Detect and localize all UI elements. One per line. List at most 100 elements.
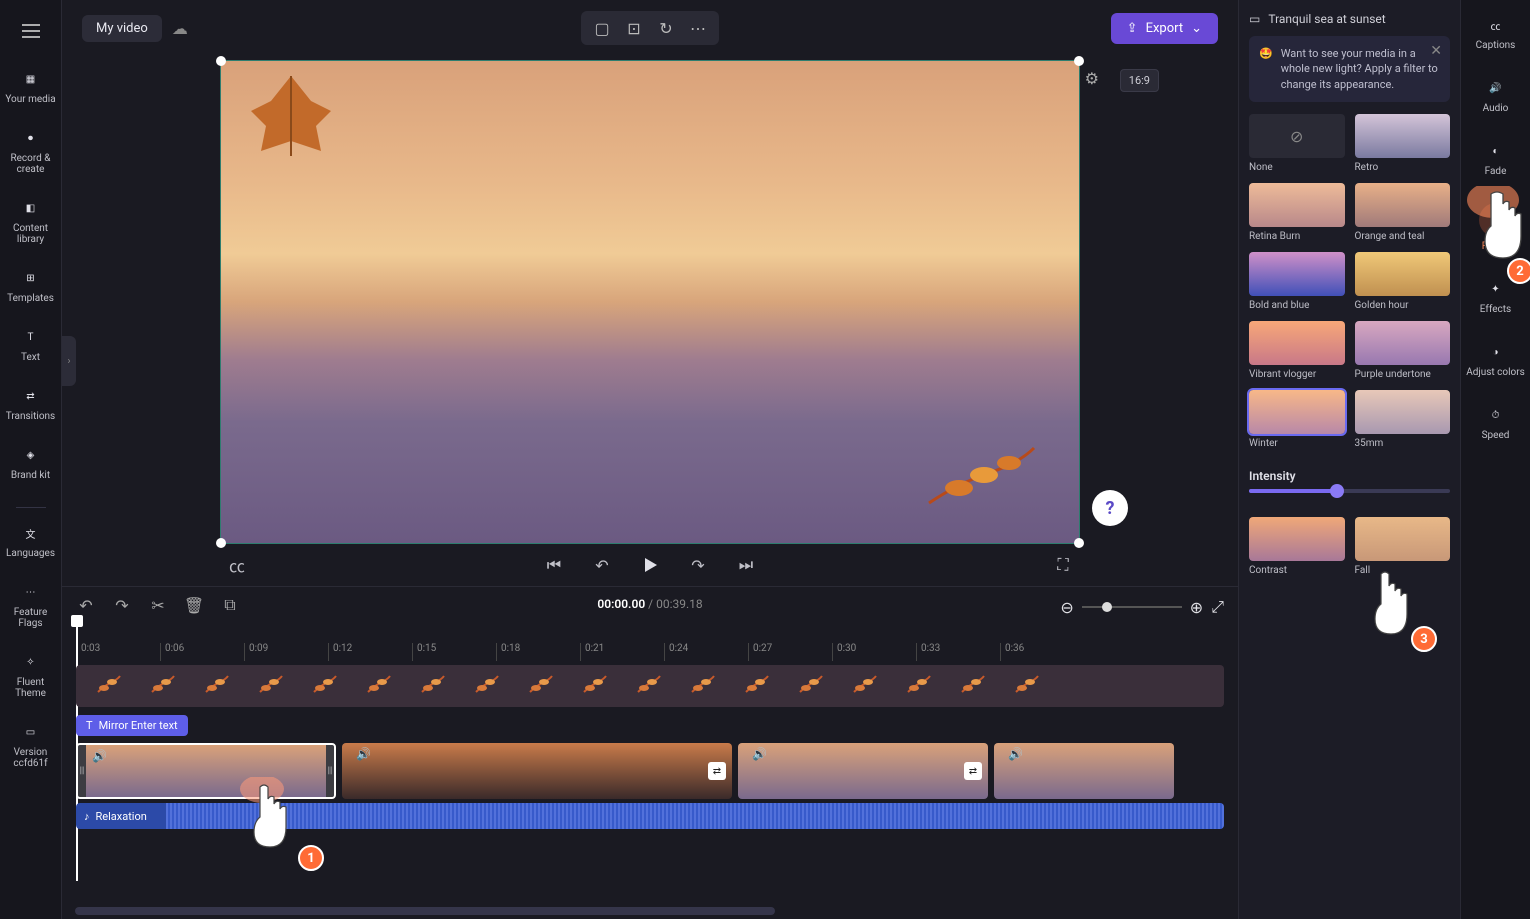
nav-version[interactable]: ▭Version ccfd61f bbox=[0, 721, 61, 769]
audio-track[interactable]: ♪ Relaxation bbox=[76, 803, 1224, 829]
chevron-down-icon: ⌄ bbox=[1191, 21, 1202, 36]
duplicate-button[interactable]: ⧉ bbox=[220, 595, 240, 615]
media-title: ▭ Tranquil sea at sunset bbox=[1249, 12, 1450, 26]
project-title[interactable]: My video bbox=[82, 15, 162, 42]
split-button[interactable]: ✂ bbox=[148, 595, 168, 615]
transition-icon[interactable]: ⇄ bbox=[964, 762, 982, 780]
rail-captions[interactable]: ㏄Captions bbox=[1461, 14, 1530, 51]
filter-retro[interactable]: Retro bbox=[1355, 114, 1451, 173]
media-icon: ▦ bbox=[20, 68, 42, 90]
filter-orange-and-teal[interactable]: Orange and teal bbox=[1355, 183, 1451, 242]
overlay-track[interactable] bbox=[76, 665, 1224, 707]
rotate-tool[interactable]: ↻ bbox=[653, 15, 679, 41]
rail-filters[interactable]: ⊘Filters bbox=[1461, 203, 1530, 252]
filter-fall[interactable]: Fall bbox=[1355, 517, 1451, 576]
help-button[interactable]: ? bbox=[1092, 490, 1128, 526]
filter-none[interactable]: ⊘ None bbox=[1249, 114, 1345, 173]
video-clip-3[interactable]: 🔊 ⇄ bbox=[738, 743, 988, 799]
nav-languages[interactable]: 文Languages bbox=[0, 522, 61, 559]
fullscreen-icon[interactable]: ⛶ bbox=[1052, 554, 1074, 576]
rail-adjust-colors[interactable]: ◑Adjust colors bbox=[1461, 341, 1530, 378]
hamburger-menu[interactable] bbox=[12, 12, 50, 50]
fit-timeline-icon[interactable]: ⤢ bbox=[1211, 597, 1224, 617]
video-track[interactable]: || 🔊 || 🔊 ⇄ 🔊 ⇄ 🔊 bbox=[76, 743, 1224, 799]
undo-button[interactable]: ↶ bbox=[76, 595, 96, 615]
transition-icon[interactable]: ⇄ bbox=[708, 762, 726, 780]
close-tip-icon[interactable]: ✕ bbox=[1430, 42, 1442, 62]
ruler-tick: 0:03 bbox=[76, 643, 160, 661]
leaf-thumb-icon bbox=[202, 672, 230, 700]
skip-end-icon[interactable]: ⏭ bbox=[735, 554, 757, 576]
rail-speed[interactable]: ⏱Speed bbox=[1461, 404, 1530, 441]
crop-tool[interactable]: ▢ bbox=[589, 15, 615, 41]
languages-icon: 文 bbox=[20, 522, 42, 544]
filter-purple-undertone[interactable]: Purple undertone bbox=[1355, 321, 1451, 380]
speaker-icon[interactable]: 🔊 bbox=[356, 747, 371, 761]
expand-left-icon[interactable]: › bbox=[62, 336, 76, 386]
more-tools[interactable]: ⋯ bbox=[685, 15, 711, 41]
timeline-ruler[interactable]: 0:030:060:090:120:150:180:210:240:270:30… bbox=[76, 643, 1224, 661]
horizontal-scrollbar[interactable] bbox=[75, 907, 775, 915]
delete-button[interactable]: 🗑 bbox=[184, 595, 204, 615]
video-clip-4[interactable]: 🔊 bbox=[994, 743, 1174, 799]
rail-audio[interactable]: 🔊Audio bbox=[1461, 77, 1530, 114]
filter-label: Retina Burn bbox=[1249, 231, 1345, 242]
clip-handle-right[interactable]: || bbox=[326, 745, 334, 797]
filter-thumb: ⊘ bbox=[1249, 114, 1345, 158]
nav-text[interactable]: TText bbox=[0, 326, 61, 363]
nav-your-media[interactable]: ▦ Your media bbox=[0, 68, 61, 105]
nav-label: Content library bbox=[2, 223, 59, 245]
flags-icon: ⋯ bbox=[20, 581, 42, 603]
speaker-icon[interactable]: 🔊 bbox=[1008, 747, 1023, 761]
filter-contrast[interactable]: Contrast bbox=[1249, 517, 1345, 576]
text-clip[interactable]: T Mirror Enter text bbox=[76, 715, 188, 736]
filter-thumb bbox=[1355, 390, 1451, 434]
nav-record-create[interactable]: ⏺Record & create bbox=[0, 127, 61, 175]
intensity-slider[interactable] bbox=[1249, 489, 1450, 493]
text-track[interactable]: T Mirror Enter text bbox=[76, 711, 1224, 739]
nav-templates[interactable]: ⊞Templates bbox=[0, 267, 61, 304]
leaf-thumb-icon bbox=[526, 672, 554, 700]
filter-retina-burn[interactable]: Retina Burn bbox=[1249, 183, 1345, 242]
rail-label: Speed bbox=[1482, 430, 1510, 441]
aspect-ratio-button[interactable]: 16:9 bbox=[1120, 69, 1159, 92]
filter-35mm[interactable]: 35mm bbox=[1355, 390, 1451, 449]
filter-winter[interactable]: Winter bbox=[1249, 390, 1345, 449]
nav-feature-flags[interactable]: ⋯Feature Flags bbox=[0, 581, 61, 629]
nav-transitions[interactable]: ⇄Transitions bbox=[0, 385, 61, 422]
clip-handle-left[interactable]: || bbox=[78, 745, 86, 797]
speaker-icon[interactable]: 🔊 bbox=[92, 749, 107, 763]
resize-handle-tl[interactable] bbox=[216, 56, 226, 66]
speaker-icon[interactable]: 🔊 bbox=[752, 747, 767, 761]
canvas-settings-icon[interactable]: ⚙ bbox=[1085, 69, 1099, 88]
nav-content-library[interactable]: ◧Content library bbox=[0, 197, 61, 245]
filter-vibrant-vlogger[interactable]: Vibrant vlogger bbox=[1249, 321, 1345, 380]
redo-button[interactable]: ↷ bbox=[112, 595, 132, 615]
rewind-icon[interactable]: ↶ bbox=[591, 554, 613, 576]
resize-handle-tr[interactable] bbox=[1074, 56, 1084, 66]
nav-brand-kit[interactable]: ◈Brand kit bbox=[0, 444, 61, 481]
zoom-slider[interactable] bbox=[1082, 606, 1182, 608]
nav-label: Your media bbox=[5, 94, 55, 105]
leaf-thumb-icon bbox=[850, 672, 878, 700]
video-clip-2[interactable]: 🔊 ⇄ bbox=[342, 743, 732, 799]
video-clip-1[interactable]: || 🔊 || bbox=[76, 743, 336, 799]
rail-fade[interactable]: ◐Fade bbox=[1461, 140, 1530, 177]
filter-golden-hour[interactable]: Golden hour bbox=[1355, 252, 1451, 311]
filter-bold-and-blue[interactable]: Bold and blue bbox=[1249, 252, 1345, 311]
zoom-out-icon[interactable]: ⊖ bbox=[1060, 598, 1073, 617]
captions-toggle-icon[interactable]: ㏄ bbox=[226, 554, 248, 576]
forward-icon[interactable]: ↷ bbox=[687, 554, 709, 576]
export-button[interactable]: ⇪ Export ⌄ bbox=[1111, 13, 1218, 44]
nav-fluent-theme[interactable]: ✧Fluent Theme bbox=[0, 651, 61, 699]
filter-label: Fall bbox=[1355, 565, 1451, 576]
video-canvas[interactable]: ⚙ 16:9 bbox=[220, 60, 1080, 544]
filter-label: None bbox=[1249, 162, 1345, 173]
zoom-in-icon[interactable]: ⊕ bbox=[1190, 598, 1203, 617]
play-button[interactable] bbox=[639, 554, 661, 576]
skip-start-icon[interactable]: ⏮ bbox=[543, 554, 565, 576]
leaf-thumb-icon bbox=[94, 672, 122, 700]
leaf-thumb-icon bbox=[796, 672, 824, 700]
fit-tool[interactable]: ⊡ bbox=[621, 15, 647, 41]
leaf-thumb-icon bbox=[742, 672, 770, 700]
